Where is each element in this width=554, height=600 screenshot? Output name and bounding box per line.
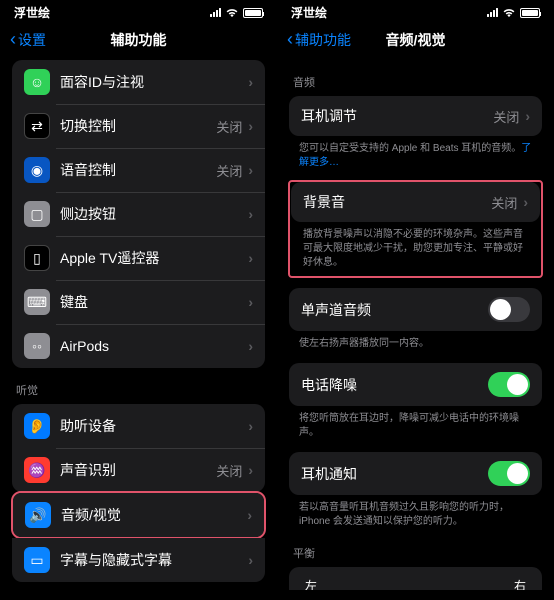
wave-icon: ♒ <box>24 457 50 483</box>
wifi-icon <box>225 8 239 18</box>
back-button[interactable]: ‹ 辅助功能 <box>287 29 351 50</box>
battery-icon <box>520 8 540 18</box>
nav-bar: ‹ 辅助功能 音频/视觉 <box>277 23 554 60</box>
row-subtitles[interactable]: ▭ 字幕与隐藏式字幕 › <box>12 538 265 582</box>
row-hearing-devices[interactable]: 👂 助听设备 › <box>12 404 265 448</box>
airpods-icon: ◦◦ <box>24 333 50 359</box>
bgsound-footer: 播放背景噪声以消隐不必要的环境杂声。这些声音可最大限度地减少干扰，助您更加专注、… <box>290 222 541 270</box>
chevron-right-icon: › <box>248 74 253 90</box>
row-airpods[interactable]: ◦◦ AirPods › <box>12 324 265 368</box>
notify-footer: 若以高音量听耳机音频过久且影响您的听力时，iPhone 会发送通知以保护您的听力… <box>277 495 554 531</box>
back-label: 设置 <box>18 30 46 50</box>
section-balance: 平衡 <box>277 531 554 567</box>
signal-icon <box>487 8 498 17</box>
balance-right-label: 右 <box>514 577 526 590</box>
signal-icon <box>210 8 221 17</box>
status-bar: 浮世绘 <box>0 0 277 23</box>
balance-left-label: 左 <box>305 577 317 590</box>
faceid-icon: ☺ <box>24 69 50 95</box>
wifi-icon <box>502 8 516 18</box>
mono-footer: 使左右扬声器播放同一内容。 <box>277 331 554 353</box>
chevron-right-icon: › <box>248 206 253 222</box>
chevron-right-icon: › <box>248 162 253 178</box>
chevron-right-icon: › <box>248 338 253 354</box>
row-voice-control[interactable]: ◉ 语音控制 关闭 › <box>12 148 265 192</box>
nav-bar: ‹ 设置 辅助功能 <box>0 23 277 60</box>
status-bar: 浮世绘 <box>277 0 554 23</box>
chevron-right-icon: › <box>523 194 528 210</box>
mono-toggle[interactable] <box>488 297 530 322</box>
voice-icon: ◉ <box>24 157 50 183</box>
side-button-icon: ▢ <box>24 201 50 227</box>
switch-icon: ⇄ <box>24 113 50 139</box>
row-mono-audio: 单声道音频 <box>289 288 542 331</box>
subtitles-icon: ▭ <box>24 547 50 573</box>
battery-icon <box>243 8 263 18</box>
row-background-sounds[interactable]: 背景音 关闭 › <box>291 182 540 222</box>
notify-toggle[interactable] <box>488 461 530 486</box>
back-button[interactable]: ‹ 设置 <box>10 29 46 50</box>
row-appletv-remote[interactable]: ▯ Apple TV遥控器 › <box>12 236 265 280</box>
row-keyboard[interactable]: ⌨ 键盘 › <box>12 280 265 324</box>
section-general: 通用 <box>0 582 277 590</box>
noise-toggle[interactable] <box>488 372 530 397</box>
status-time: 浮世绘 <box>14 4 50 21</box>
row-switch-control[interactable]: ⇄ 切换控制 关闭 › <box>12 104 265 148</box>
chevron-left-icon: ‹ <box>287 29 293 50</box>
chevron-right-icon: › <box>248 294 253 310</box>
row-faceid[interactable]: ☺ 面容ID与注视 › <box>12 60 265 104</box>
chevron-right-icon: › <box>248 552 253 568</box>
chevron-right-icon: › <box>248 250 253 266</box>
back-label: 辅助功能 <box>295 30 351 50</box>
speaker-icon: 🔊 <box>25 502 51 528</box>
chevron-right-icon: › <box>248 418 253 434</box>
chevron-right-icon: › <box>248 118 253 134</box>
row-sound-recognition[interactable]: ♒ 声音识别 关闭 › <box>12 448 265 492</box>
section-audio: 音频 <box>277 60 554 96</box>
headphone-footer: 您可以自定受支持的 Apple 和 Beats 耳机的音频。了解更多… <box>277 136 554 172</box>
status-indicators <box>487 8 540 18</box>
row-audio-visual[interactable]: 🔊 音频/视觉 › <box>13 493 264 537</box>
row-balance: 左 右 <box>289 567 542 590</box>
chevron-right-icon: › <box>247 507 252 523</box>
row-side-button[interactable]: ▢ 侧边按钮 › <box>12 192 265 236</box>
remote-icon: ▯ <box>24 245 50 271</box>
ear-icon: 👂 <box>24 413 50 439</box>
status-indicators <box>210 8 263 18</box>
page-title: 音频/视觉 <box>386 30 446 50</box>
row-phone-noise-cancel: 电话降噪 <box>289 363 542 406</box>
page-title: 辅助功能 <box>111 30 167 50</box>
status-time: 浮世绘 <box>291 4 327 21</box>
row-headphone-accommodations[interactable]: 耳机调节 关闭 › <box>289 96 542 136</box>
chevron-right-icon: › <box>525 108 530 124</box>
chevron-right-icon: › <box>248 462 253 478</box>
noise-footer: 将您听筒放在耳边时，降噪可减少电话中的环境噪声。 <box>277 406 554 442</box>
chevron-left-icon: ‹ <box>10 29 16 50</box>
section-hearing: 听觉 <box>0 368 277 404</box>
keyboard-icon: ⌨ <box>24 289 50 315</box>
row-headphone-notifications: 耳机通知 <box>289 452 542 495</box>
